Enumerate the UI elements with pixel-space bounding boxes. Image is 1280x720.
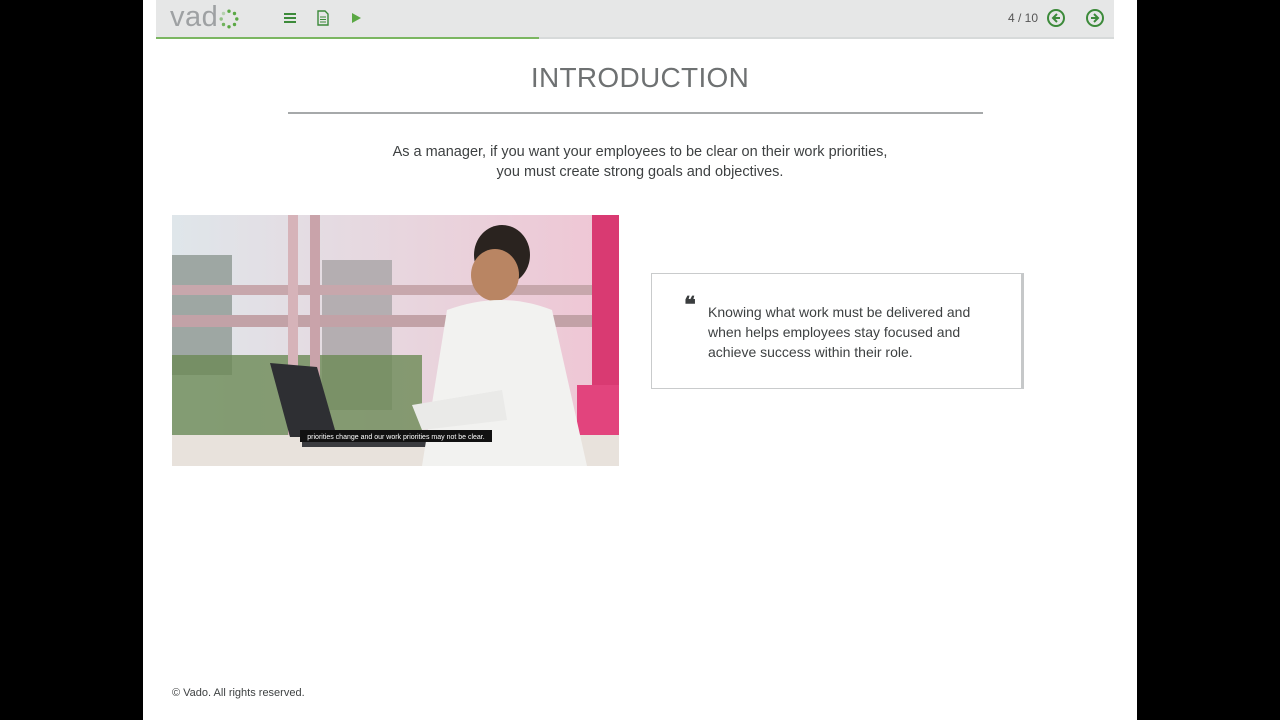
video-player[interactable]: priorities change and our work prioritie… — [172, 215, 619, 466]
intro-line-1: As a manager, if you want your employees… — [392, 144, 888, 160]
document-icon[interactable] — [314, 9, 332, 27]
slide-counter: 4 / 10 — [1008, 11, 1039, 25]
slide-title: INTRODUCTION — [530, 62, 750, 93]
progress-fill — [156, 37, 540, 39]
quote-text: Knowing what work must be delivered and … — [708, 304, 971, 360]
menu-icon[interactable] — [281, 9, 299, 27]
top-toolbar: vad 4 / 10 — [156, 0, 1114, 38]
vado-logo: vad — [170, 1, 239, 33]
slide-page: vad 4 / 10 INTRODUCTION As a manager, if… — [143, 0, 1137, 720]
logo-ring-icon — [219, 9, 239, 28]
prev-slide-button[interactable] — [1046, 8, 1066, 28]
footer-copyright: © Vado. All rights reserved. — [172, 687, 305, 699]
next-slide-button[interactable] — [1085, 8, 1105, 28]
video-frame-image: priorities change and our work prioritie… — [172, 215, 619, 466]
intro-text: As a manager, if you want your employees… — [143, 142, 1137, 182]
logo-text: vad — [170, 1, 219, 33]
quote-box: ❝ Knowing what work must be delivered an… — [651, 273, 1024, 389]
intro-line-2: you must create strong goals and objecti… — [496, 164, 784, 180]
play-icon[interactable] — [347, 9, 365, 27]
video-caption: priorities change and our work prioritie… — [307, 434, 484, 441]
title-divider — [288, 112, 983, 114]
quote-icon: ❝ — [684, 292, 696, 318]
progress-bar — [156, 37, 1114, 39]
